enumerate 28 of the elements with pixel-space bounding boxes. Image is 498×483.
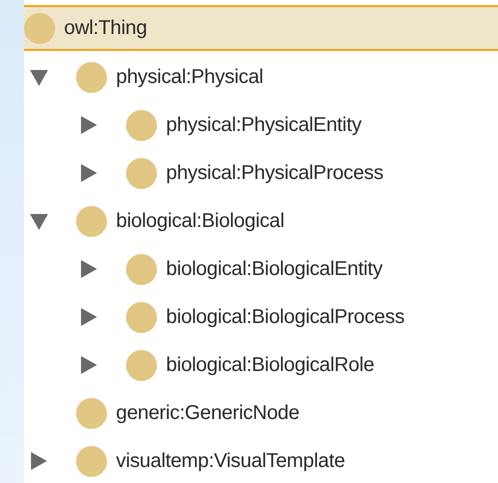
class-label[interactable]: visualtemp:VisualTemplate — [116, 450, 345, 472]
class-label[interactable]: physical:PhysicalProcess — [166, 162, 384, 184]
class-circle-icon — [126, 254, 157, 284]
class-circle-icon — [126, 302, 157, 332]
expand-arrow-icon[interactable] — [80, 356, 98, 374]
class-circle-icon — [126, 158, 157, 188]
expand-arrow-icon[interactable] — [80, 164, 98, 182]
class-circle-icon — [76, 398, 107, 428]
class-circle-icon — [76, 62, 107, 92]
class-label[interactable]: generic:GenericNode — [116, 402, 300, 424]
expand-arrow-icon[interactable] — [80, 260, 98, 278]
class-label[interactable]: physical:PhysicalEntity — [166, 114, 362, 136]
class-label[interactable]: biological:Biological — [116, 210, 284, 232]
collapse-arrow-icon[interactable] — [30, 68, 48, 86]
class-circle-icon — [24, 12, 55, 44]
class-label[interactable]: biological:BiologicalEntity — [166, 258, 382, 280]
class-circle-icon — [76, 446, 107, 476]
class-label[interactable]: biological:BiologicalProcess — [166, 306, 404, 328]
collapse-arrow-icon[interactable] — [30, 212, 48, 230]
expand-arrow-icon[interactable] — [30, 452, 48, 470]
class-label[interactable]: physical:Physical — [116, 66, 264, 88]
class-circle-icon — [76, 206, 107, 236]
expand-arrow-icon[interactable] — [80, 116, 98, 134]
expand-arrow-icon[interactable] — [80, 308, 98, 326]
class-label[interactable]: owl:Thing — [64, 16, 147, 40]
class-label[interactable]: biological:BiologicalRole — [166, 354, 374, 376]
class-circle-icon — [126, 110, 157, 140]
class-circle-icon — [126, 350, 157, 380]
